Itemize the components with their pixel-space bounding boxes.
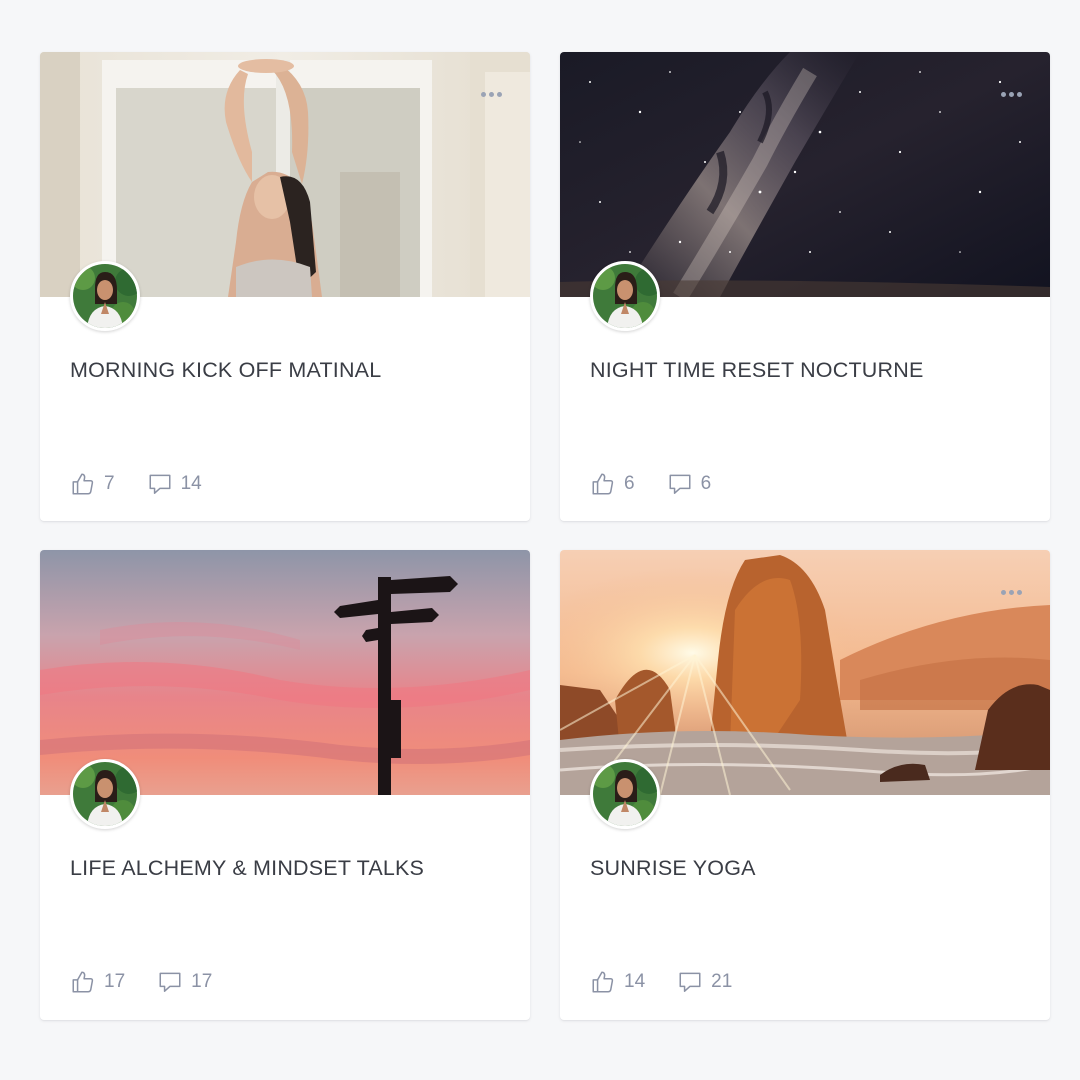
- sea-rock-sunrise-photo: [560, 550, 1050, 795]
- more-options-button[interactable]: [999, 88, 1024, 101]
- card-stats: 6 6: [590, 470, 743, 498]
- card-title[interactable]: LIFE ALCHEMY & MINDSET TALKS: [70, 856, 424, 881]
- thumbs-up-icon: [72, 971, 94, 993]
- card-stats: 14 21: [590, 968, 764, 996]
- avatar-photo: [593, 762, 657, 826]
- avatar-photo: [73, 762, 137, 826]
- course-grid: MORNING KICK OFF MATINAL 7 14 NIGHT TIME…: [40, 52, 1050, 1020]
- comment-button[interactable]: 17: [157, 969, 212, 995]
- course-card[interactable]: MORNING KICK OFF MATINAL 7 14: [40, 52, 530, 521]
- card-stats: 7 14: [70, 470, 234, 498]
- card-cover-image[interactable]: [560, 550, 1050, 795]
- like-button[interactable]: 17: [70, 969, 125, 995]
- milky-way-photo: [560, 52, 1050, 297]
- course-card[interactable]: SUNRISE YOGA 14 21: [560, 550, 1050, 1020]
- like-count: 6: [624, 473, 635, 494]
- instructor-avatar[interactable]: [70, 261, 140, 331]
- instructor-avatar[interactable]: [70, 759, 140, 829]
- more-dots-icon: [481, 92, 486, 97]
- speech-bubble-icon: [159, 972, 181, 992]
- card-title[interactable]: NIGHT TIME RESET NOCTURNE: [590, 358, 924, 383]
- comment-button[interactable]: 21: [677, 969, 732, 995]
- like-button[interactable]: 7: [70, 471, 115, 497]
- instructor-avatar[interactable]: [590, 261, 660, 331]
- card-cover-image[interactable]: [560, 52, 1050, 297]
- comment-count: 17: [191, 971, 213, 992]
- course-card[interactable]: LIFE ALCHEMY & MINDSET TALKS 17 17: [40, 550, 530, 1020]
- comment-count: 14: [180, 473, 202, 494]
- more-dots-icon: [1001, 590, 1006, 595]
- more-dots-icon: [1001, 92, 1006, 97]
- thumbs-up-icon: [592, 473, 614, 495]
- like-button[interactable]: 14: [590, 969, 645, 995]
- like-button[interactable]: 6: [590, 471, 635, 497]
- like-count: 14: [624, 971, 646, 992]
- like-count: 17: [104, 971, 126, 992]
- thumbs-up-icon: [72, 473, 94, 495]
- comment-count: 6: [700, 473, 712, 494]
- comment-button[interactable]: 6: [667, 471, 712, 497]
- instructor-avatar[interactable]: [590, 759, 660, 829]
- card-cover-image[interactable]: [40, 52, 530, 297]
- card-cover-image[interactable]: [40, 550, 530, 795]
- signpost-sunset-photo: [40, 550, 530, 795]
- card-title[interactable]: SUNRISE YOGA: [590, 856, 756, 881]
- like-count: 7: [104, 473, 115, 494]
- speech-bubble-icon: [679, 972, 701, 992]
- speech-bubble-icon: [669, 474, 691, 494]
- more-options-button[interactable]: [479, 88, 504, 101]
- card-title[interactable]: MORNING KICK OFF MATINAL: [70, 358, 381, 383]
- thumbs-up-icon: [592, 971, 614, 993]
- course-card[interactable]: NIGHT TIME RESET NOCTURNE 6 6: [560, 52, 1050, 521]
- comment-button[interactable]: 14: [147, 471, 202, 497]
- avatar-photo: [73, 264, 137, 328]
- more-options-button[interactable]: [999, 586, 1024, 599]
- comment-count: 21: [711, 971, 733, 992]
- yoga-stretch-photo: [40, 52, 530, 297]
- speech-bubble-icon: [149, 474, 171, 494]
- card-stats: 17 17: [70, 968, 244, 996]
- avatar-photo: [593, 264, 657, 328]
